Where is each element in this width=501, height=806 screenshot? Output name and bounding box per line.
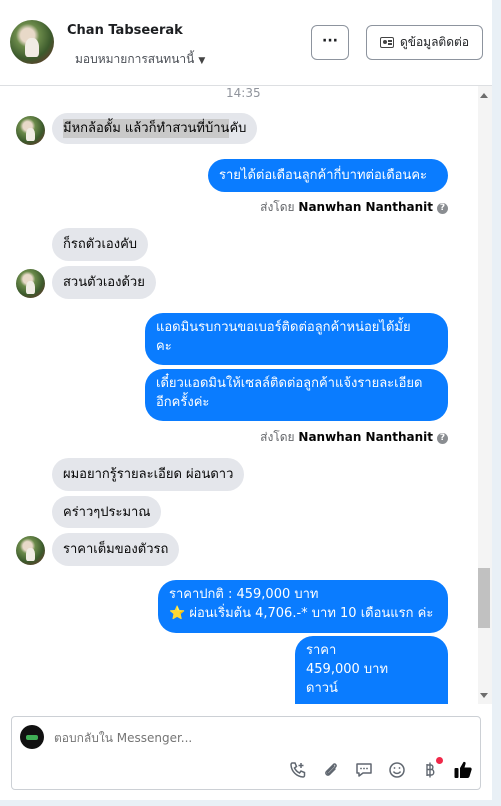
message-text-line: 459,000 บาท (306, 662, 389, 677)
view-contact-button[interactable]: ดูข้อมูลติดต่อ (366, 25, 483, 60)
assign-label: มอบหมายการสนทนานี้ (75, 52, 195, 66)
reply-input[interactable] (54, 731, 354, 745)
scroll-down-arrow-icon[interactable] (480, 693, 488, 698)
info-icon[interactable]: ? (437, 433, 448, 444)
conversation-header: Chan Tabseerak มอบหมายการสนทนานี้ ▼ ··· ด… (0, 0, 492, 86)
incoming-message: ก็รถตัวเองคับ (52, 228, 149, 261)
info-icon[interactable]: ? (437, 203, 448, 214)
outgoing-message: รายได้ต่อเดือนลูกค้ากี่บาทต่อเดือนคะ (208, 159, 448, 192)
baht-icon[interactable] (419, 757, 443, 781)
outgoing-message: แอดมินรบกวนขอเบอร์ติดต่อลูกค้าหน่อยได้มั… (145, 313, 448, 365)
incoming-message: ผมอยากรู้รายละเอียด ผ่อนดาว (52, 458, 245, 491)
contact-avatar[interactable] (10, 20, 54, 64)
star-icon: ⭐ (169, 606, 186, 621)
caret-down-icon: ▼ (198, 56, 206, 66)
reply-composer (11, 716, 481, 790)
contact-name[interactable]: Chan Tabseerak (67, 23, 183, 38)
message-text-line: ราคา (306, 643, 337, 658)
sent-by-prefix: ส่งโดย (260, 200, 295, 214)
page-avatar (20, 725, 44, 749)
thumbs-up-icon[interactable] (452, 759, 474, 781)
message-text: ก็รถตัวเองคับ (63, 237, 138, 252)
message-text-line: เดี๋ยวแอดมินให้เซลล์ติดต่อลูกค้าแจ้งรายล… (156, 376, 423, 391)
incoming-message: คร่าวๆประมาณ (52, 496, 162, 528)
notification-dot (436, 757, 443, 764)
message-text-line: ผ่อนเริ่มต้น 4,706.-* บาท 10 เดือนแรก ค่… (189, 606, 434, 621)
incoming-message: มีหกล้อดั้ม แล้วก็ทำสวนที่บ้าน คับ (52, 113, 258, 144)
message-icon[interactable] (353, 759, 375, 781)
sent-by-note: ส่งโดย Nanwhan Nanthanit? (260, 428, 448, 447)
message-thread: 14:35 มีหกล้อดั้ม แล้วก็ทำสวนที่บ้าน คับ … (0, 86, 478, 704)
incoming-message: สวนตัวเองด้วย (52, 266, 156, 299)
message-text: รายได้ต่อเดือนลูกค้ากี่บาทต่อเดือนคะ (219, 168, 428, 183)
message-text: ผมอยากรู้รายละเอียด ผ่อนดาว (63, 467, 234, 482)
highlighted-text: มีหกล้อดั้ม แล้วก็ทำสวนที่บ้าน (63, 119, 230, 138)
outgoing-message: ราคาปกติ : 459,000 บาท ⭐ ผ่อนเริ่มต้น 4,… (158, 580, 448, 633)
outgoing-message: เดี๋ยวแอดมินให้เซลล์ติดต่อลูกค้าแจ้งรายล… (145, 369, 448, 421)
paperclip-icon[interactable] (320, 759, 342, 781)
composer-toolbar (287, 757, 474, 781)
assign-conversation-dropdown[interactable]: มอบหมายการสนทนานี้ ▼ (75, 50, 205, 69)
sent-by-note: ส่งโดย Nanwhan Nanthanit? (260, 198, 448, 217)
contact-avatar-small (16, 269, 45, 298)
more-options-button[interactable]: ··· (311, 25, 349, 60)
timestamp: 14:35 (226, 86, 261, 100)
phone-plus-icon[interactable] (287, 759, 309, 781)
message-text-line: อีกครั้งค่ะ (156, 395, 210, 410)
message-text-line: ดาวน์ (306, 681, 338, 696)
message-text-line: ราคาปกติ : 459,000 บาท (169, 587, 319, 602)
message-text: คร่าวๆประมาณ (63, 504, 151, 520)
incoming-message: ราคาเต็มของตัวรถ (52, 533, 180, 566)
scrollbar-thumb[interactable] (478, 568, 490, 628)
contact-avatar-small (16, 536, 45, 565)
emoji-icon[interactable] (386, 759, 408, 781)
sent-by-name: Nanwhan Nanthanit (298, 200, 433, 214)
message-text: สวนตัวเองด้วย (63, 275, 145, 290)
message-text-line: คะ (156, 339, 172, 354)
messenger-panel: Chan Tabseerak มอบหมายการสนทนานี้ ▼ ··· ด… (0, 0, 492, 800)
message-text: คับ (229, 121, 247, 136)
scrollbar[interactable] (478, 86, 492, 704)
contact-card-icon (379, 37, 394, 48)
outgoing-message: ราคา 459,000 บาท ดาวน์ (295, 636, 448, 704)
scroll-up-arrow-icon[interactable] (480, 93, 488, 98)
message-text: ราคาเต็มของตัวรถ (63, 542, 169, 557)
sent-by-name: Nanwhan Nanthanit (298, 430, 433, 444)
sent-by-prefix: ส่งโดย (260, 430, 295, 444)
contact-avatar-small (16, 116, 45, 145)
message-text-line: แอดมินรบกวนขอเบอร์ติดต่อลูกค้าหน่อยได้มั… (156, 320, 411, 335)
view-contact-label: ดูข้อมูลติดต่อ (399, 35, 470, 49)
